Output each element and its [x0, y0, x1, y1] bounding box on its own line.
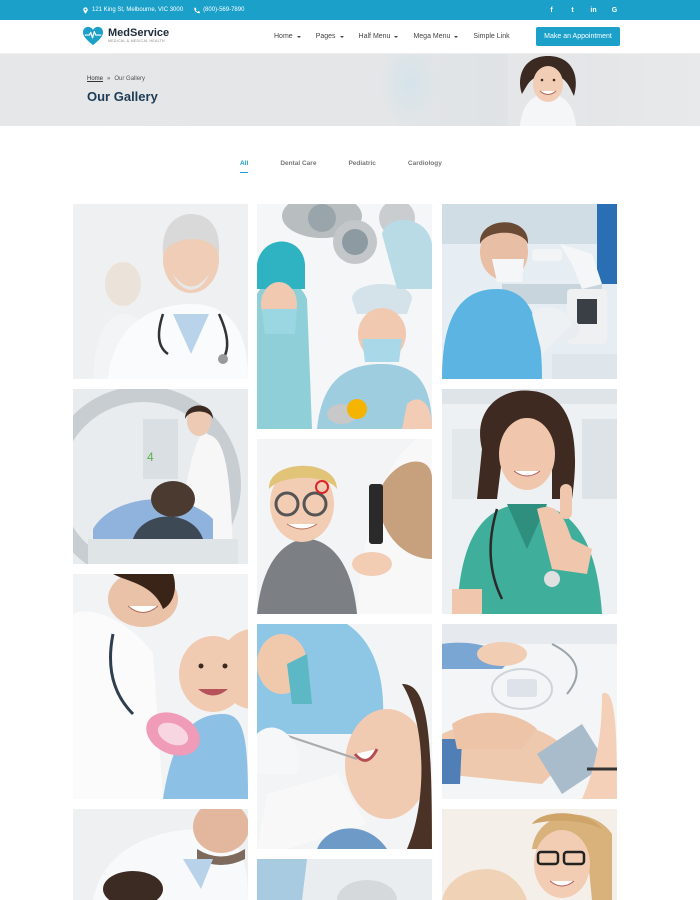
breadcrumb-current: Our Gallery — [114, 76, 146, 82]
gallery-item-pediatrician-baby[interactable] — [73, 574, 248, 799]
nav-mega-menu-label: Mega Menu — [413, 33, 451, 40]
phone-text: (800)-569-7890 — [203, 7, 245, 13]
filter-all[interactable]: All — [240, 160, 249, 173]
dental-patient-image — [257, 624, 432, 849]
pediatrician-baby-image — [73, 574, 248, 799]
gallery-item-doctor-checkup[interactable] — [73, 809, 248, 900]
logo-name: MedService — [108, 27, 170, 39]
caret-down-icon — [296, 35, 301, 38]
lab-microscope-image — [442, 204, 617, 379]
nav-home-label: Home — [274, 33, 293, 40]
nav-mega-menu[interactable]: Mega Menu — [413, 33, 459, 40]
gallery-item-lab-microscope[interactable] — [442, 204, 617, 379]
nav-simple-link[interactable]: Simple Link — [473, 33, 509, 40]
google-icon[interactable]: G — [611, 7, 618, 14]
surgery-team-image — [257, 204, 432, 429]
caret-down-icon — [454, 35, 459, 38]
caret-down-icon — [339, 35, 344, 38]
svg-text:4: 4 — [147, 450, 154, 464]
appointment-button[interactable]: Make an Appointment — [536, 27, 620, 46]
breadcrumb: Home » Our Gallery — [87, 76, 145, 82]
contact-info: 121 King St, Melbourne, VIC 3000 (800)-5… — [82, 0, 244, 20]
breadcrumb-separator: » — [107, 76, 111, 82]
logo-tagline: MEDICAL & MEDICAL HEALTH — [108, 39, 165, 43]
address: 121 King St, Melbourne, VIC 3000 — [82, 6, 184, 14]
mri-scan-image: 4 — [73, 389, 248, 564]
breadcrumb-home[interactable]: Home — [87, 76, 103, 82]
logo[interactable]: MedService MEDICAL & MEDICAL HEALTH — [82, 26, 169, 46]
gallery-item-eye-exam-child[interactable] — [257, 439, 432, 614]
nav-half-menu[interactable]: Half Menu — [359, 33, 399, 40]
woman-glasses-image — [442, 809, 617, 900]
gallery-item-doctor-portrait[interactable] — [73, 204, 248, 379]
nav-simple-link-label: Simple Link — [473, 33, 510, 40]
phone-icon — [194, 7, 200, 13]
gallery-item-surgery-team[interactable] — [257, 204, 432, 429]
gallery-item-partial-bottom[interactable] — [257, 859, 432, 900]
social-links: f t in G — [548, 0, 618, 20]
nav-pages[interactable]: Pages — [316, 33, 344, 40]
banner-doctor-photo — [508, 54, 588, 126]
linkedin-icon[interactable]: in — [590, 7, 597, 14]
gallery-item-dental-patient[interactable] — [257, 624, 432, 849]
gallery-item-mri-scan[interactable]: 4 — [73, 389, 248, 564]
facebook-icon[interactable]: f — [548, 7, 555, 14]
address-text: 121 King St, Melbourne, VIC 3000 — [92, 7, 184, 13]
nurse-thumbs-up-image — [442, 389, 617, 614]
map-pin-icon — [83, 6, 88, 14]
banner-background-figure — [380, 54, 440, 126]
doctor-portrait-image — [73, 204, 248, 379]
caret-down-icon — [394, 35, 399, 38]
gallery-filters: All Dental Care Pediatric Cardiology — [240, 160, 442, 173]
partial-bottom-image — [257, 859, 432, 900]
nav-half-menu-label: Half Menu — [358, 33, 391, 40]
nav-pages-label: Pages — [315, 33, 336, 40]
eye-exam-child-image — [257, 439, 432, 614]
filter-pediatric[interactable]: Pediatric — [348, 160, 375, 173]
heart-pulse-icon — [83, 26, 103, 46]
nav-home[interactable]: Home — [274, 33, 301, 40]
filter-dental-care[interactable]: Dental Care — [280, 160, 316, 173]
blood-pressure-image — [442, 624, 617, 799]
filter-cardiology[interactable]: Cardiology — [408, 160, 442, 173]
gallery-item-nurse-thumbs-up[interactable] — [442, 389, 617, 614]
main-nav: Home Pages Half Menu Mega Menu Simple Li… — [274, 20, 510, 53]
twitter-icon[interactable]: t — [569, 7, 576, 14]
gallery-item-woman-glasses[interactable] — [442, 809, 617, 900]
doctor-checkup-image — [73, 809, 248, 900]
phone[interactable]: (800)-569-7890 — [193, 7, 244, 14]
site-header: MedService MEDICAL & MEDICAL HEALTH Home… — [0, 20, 700, 54]
page-title: Our Gallery — [87, 89, 158, 104]
gallery-item-blood-pressure[interactable] — [442, 624, 617, 799]
top-bar: 121 King St, Melbourne, VIC 3000 (800)-5… — [0, 0, 700, 20]
